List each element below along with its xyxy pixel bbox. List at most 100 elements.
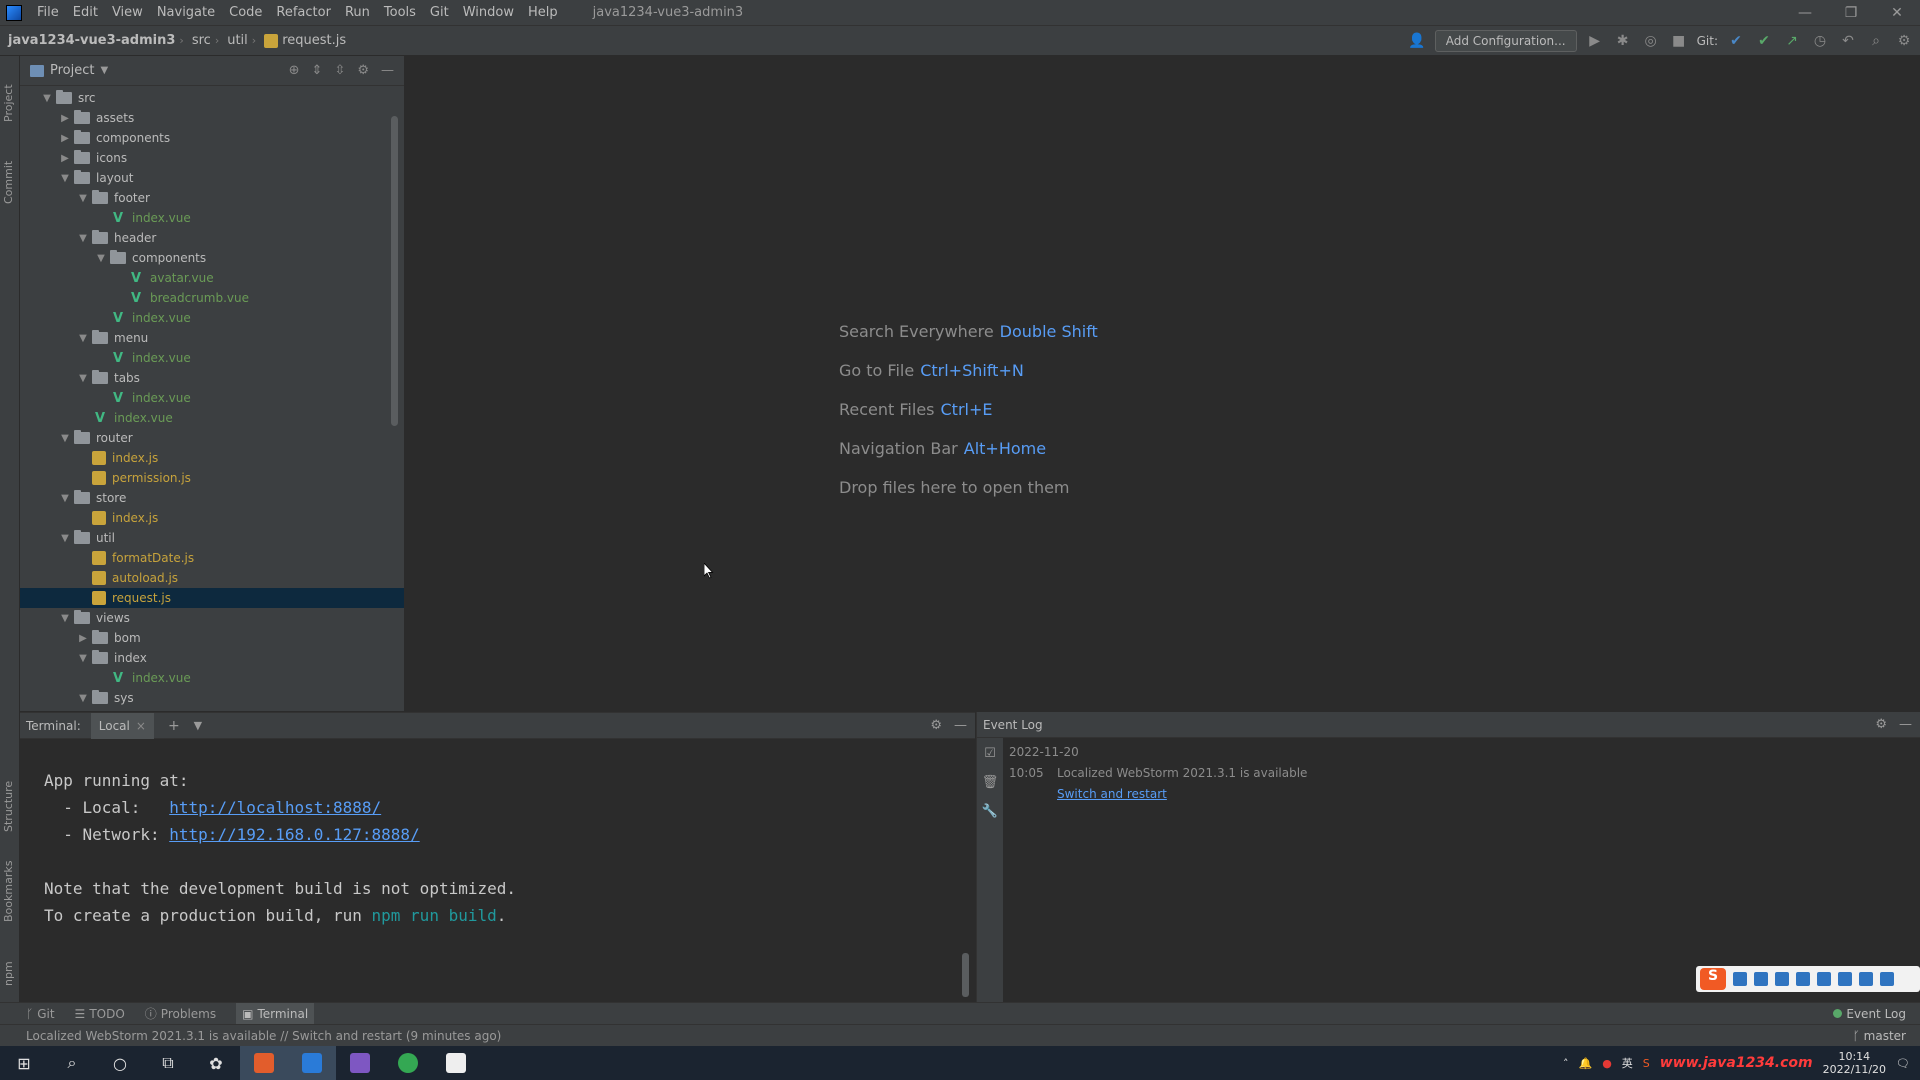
terminal-output[interactable]: App running at: - Local: http://localhos… bbox=[20, 739, 975, 929]
tree-file[interactable]: Vindex.vue bbox=[20, 308, 404, 328]
run-icon[interactable]: ▶ bbox=[1585, 31, 1605, 51]
chevron-up-icon[interactable]: ˄ bbox=[1563, 1057, 1569, 1070]
task-view-icon[interactable]: ⧉ bbox=[144, 1046, 192, 1080]
notepad-icon[interactable] bbox=[432, 1046, 480, 1080]
settings-icon[interactable]: ⚙ bbox=[1894, 31, 1914, 51]
menu-refactor[interactable]: Refactor bbox=[269, 5, 338, 20]
tab-local[interactable]: Local × bbox=[90, 712, 154, 739]
menu-code[interactable]: Code bbox=[222, 5, 269, 20]
tree-folder[interactable]: ▼ util bbox=[20, 528, 404, 548]
tree-file[interactable]: index.js bbox=[20, 508, 404, 528]
local-url-link[interactable]: http://localhost:8888/ bbox=[169, 798, 381, 817]
expand-all-icon[interactable]: ⇕ bbox=[312, 63, 323, 78]
app-settings-icon[interactable]: ✿ bbox=[192, 1046, 240, 1080]
tab-git[interactable]: ᚴ Git bbox=[26, 1007, 55, 1021]
tree-folder[interactable]: ▶ icons bbox=[20, 148, 404, 168]
ime-skin-icon[interactable] bbox=[1859, 972, 1873, 986]
ime-keyboard-icon[interactable] bbox=[1817, 972, 1831, 986]
chevron-right-icon[interactable]: ▶ bbox=[56, 133, 74, 144]
menu-tools[interactable]: Tools bbox=[377, 5, 423, 20]
chevron-down-icon[interactable]: ▼ bbox=[74, 233, 92, 244]
tree-folder[interactable]: ▼ layout bbox=[20, 168, 404, 188]
switch-and-restart-link[interactable]: Switch and restart bbox=[1057, 787, 1167, 801]
cortana-icon[interactable]: ○ bbox=[96, 1046, 144, 1080]
tree-folder[interactable]: ▼ router bbox=[20, 428, 404, 448]
stripe-npm[interactable]: npm bbox=[2, 946, 18, 986]
ime-user-icon[interactable] bbox=[1838, 972, 1852, 986]
search-icon[interactable]: ⌕ bbox=[48, 1046, 96, 1080]
tree-folder[interactable]: ▼ menu bbox=[20, 328, 404, 348]
tree-folder[interactable]: ▼ store bbox=[20, 488, 404, 508]
chevron-down-icon[interactable]: ▼ bbox=[74, 693, 92, 704]
tree-folder[interactable]: ▼ footer bbox=[20, 188, 404, 208]
chevron-down-icon[interactable]: ▼ bbox=[56, 613, 74, 624]
tree-file[interactable]: permission.js bbox=[20, 468, 404, 488]
ime-lang-icon[interactable] bbox=[1733, 972, 1747, 986]
chevron-down-icon[interactable]: ▼ bbox=[74, 193, 92, 204]
chevron-down-icon[interactable]: ▼ bbox=[38, 93, 56, 104]
tree-file[interactable]: Vavatar.vue bbox=[20, 268, 404, 288]
chevron-down-icon[interactable]: ▼ bbox=[56, 533, 74, 544]
chevron-right-icon[interactable]: ▶ bbox=[74, 633, 92, 644]
chevron-down-icon[interactable]: ▼ bbox=[56, 433, 74, 444]
tree-file[interactable]: Vbreadcrumb.vue bbox=[20, 288, 404, 308]
start-button-icon[interactable]: ⊞ bbox=[0, 1046, 48, 1080]
git-commit-icon[interactable]: ✔ bbox=[1754, 31, 1774, 51]
action-center-icon[interactable]: 🗨 bbox=[1896, 1057, 1910, 1070]
tree-file[interactable]: index.js bbox=[20, 448, 404, 468]
breadcrumb-file[interactable]: request.js bbox=[256, 33, 350, 48]
tree-folder[interactable]: ▶ components bbox=[20, 128, 404, 148]
tree-folder[interactable]: ▼ src bbox=[20, 88, 404, 108]
sogou-logo-icon[interactable]: S bbox=[1700, 968, 1726, 990]
gear-icon[interactable]: ⚙ bbox=[1875, 717, 1887, 732]
chrome-icon[interactable] bbox=[384, 1046, 432, 1080]
chevron-right-icon[interactable]: ▶ bbox=[56, 113, 74, 124]
chevron-right-icon[interactable]: ▶ bbox=[56, 153, 74, 164]
minimize-button[interactable]: — bbox=[1782, 5, 1828, 21]
git-branch-widget[interactable]: ᚴ master bbox=[1853, 1029, 1920, 1043]
tree-file[interactable]: autoload.js bbox=[20, 568, 404, 588]
chevron-down-icon[interactable]: ▼ bbox=[74, 333, 92, 344]
event-log-button[interactable]: Event Log bbox=[1833, 1007, 1920, 1021]
network-url-link[interactable]: http://192.168.0.127:8888/ bbox=[169, 825, 419, 844]
coverage-icon[interactable]: ◎ bbox=[1641, 31, 1661, 51]
menu-help[interactable]: Help bbox=[521, 5, 565, 20]
tree-folder[interactable]: ▶ assets bbox=[20, 108, 404, 128]
menu-view[interactable]: View bbox=[105, 5, 150, 20]
maximize-button[interactable]: ❐ bbox=[1828, 5, 1874, 21]
menu-git[interactable]: Git bbox=[423, 5, 456, 20]
menu-edit[interactable]: Edit bbox=[66, 5, 105, 20]
status-message[interactable]: Localized WebStorm 2021.3.1 is available… bbox=[26, 1029, 501, 1043]
tree-folder[interactable]: ▼ index bbox=[20, 648, 404, 668]
ime-punct-icon[interactable] bbox=[1754, 972, 1768, 986]
sogou-tray-icon[interactable]: S bbox=[1643, 1057, 1650, 1070]
git-push-icon[interactable]: ↗ bbox=[1782, 31, 1802, 51]
tree-file[interactable]: Vindex.vue bbox=[20, 388, 404, 408]
git-update-icon[interactable]: ✔ bbox=[1726, 31, 1746, 51]
webstorm-taskbar-icon[interactable] bbox=[240, 1046, 288, 1080]
chevron-down-icon[interactable]: ▼ bbox=[74, 653, 92, 664]
tree-folder[interactable]: ▼ sys bbox=[20, 688, 404, 708]
notification-bell-icon[interactable]: 🔔 bbox=[1578, 1057, 1592, 1070]
chevron-down-icon[interactable]: ▼ bbox=[92, 253, 110, 264]
ime-toolbox-icon[interactable] bbox=[1880, 972, 1894, 986]
close-icon[interactable]: × bbox=[136, 719, 146, 733]
tree-file[interactable]: Vindex.vue bbox=[20, 668, 404, 688]
close-button[interactable]: ✕ bbox=[1874, 5, 1920, 21]
user-icon[interactable]: 👤 bbox=[1407, 31, 1427, 51]
tree-folder[interactable]: ▼ views bbox=[20, 608, 404, 628]
menu-run[interactable]: Run bbox=[338, 5, 377, 20]
tree-file[interactable]: request.js bbox=[20, 588, 404, 608]
menu-navigate[interactable]: Navigate bbox=[150, 5, 222, 20]
gear-icon[interactable]: ⚙ bbox=[357, 63, 369, 78]
tab-terminal[interactable]: ▣ Terminal bbox=[236, 1002, 315, 1025]
tree-file[interactable]: Vindex.vue bbox=[20, 208, 404, 228]
hide-icon[interactable]: — bbox=[1899, 717, 1912, 732]
gear-icon[interactable]: ⚙ bbox=[930, 718, 942, 733]
visual-studio-icon[interactable] bbox=[336, 1046, 384, 1080]
tab-problems[interactable]: ⓘ Problems bbox=[145, 1005, 216, 1022]
collapse-all-icon[interactable]: ⇳ bbox=[334, 63, 345, 78]
tree-folder[interactable]: ▼ tabs bbox=[20, 368, 404, 388]
tree-folder[interactable]: ▼ header bbox=[20, 228, 404, 248]
terminal-scrollbar[interactable] bbox=[962, 953, 969, 997]
